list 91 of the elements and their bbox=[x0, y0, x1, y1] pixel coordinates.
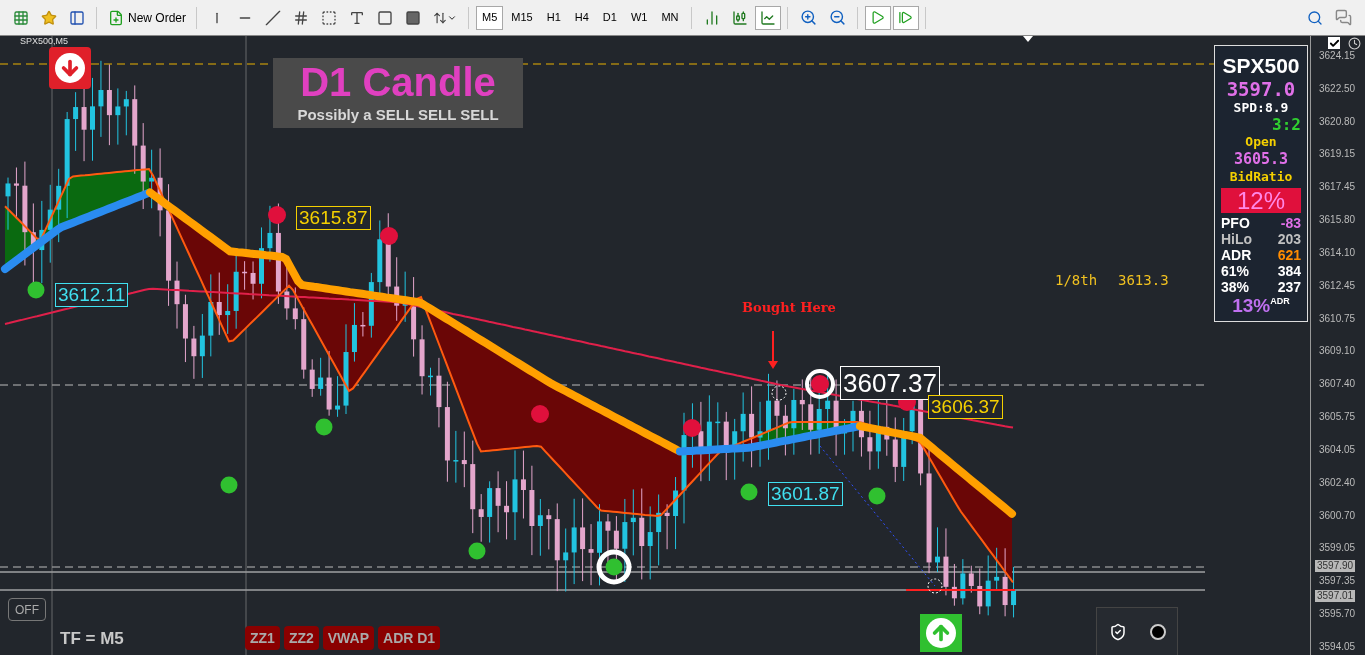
timeframe-button[interactable]: H1 bbox=[540, 5, 567, 30]
price-tick: 3602.40 bbox=[1318, 476, 1357, 489]
stat-label: HiLo bbox=[1221, 231, 1253, 247]
price-tick: 3617.45 bbox=[1318, 181, 1357, 194]
price-label: 3601.87 bbox=[768, 482, 843, 506]
line-chart-icon[interactable] bbox=[754, 5, 781, 30]
down-arrow-icon bbox=[767, 331, 779, 369]
price-tick: 3622.50 bbox=[1318, 82, 1357, 95]
price-tick: 3604.05 bbox=[1318, 443, 1357, 456]
low-signal-dot bbox=[27, 281, 45, 299]
high-signal-dot bbox=[811, 375, 829, 393]
low-signal-dot bbox=[220, 476, 238, 494]
indicator-button[interactable]: ZZ2 bbox=[283, 626, 319, 650]
low-signal-dot bbox=[868, 487, 886, 505]
price-label: 3615.87 bbox=[296, 206, 371, 230]
eighth-label: 1/8th bbox=[1055, 271, 1098, 290]
bid-ratio-label: BidRatio bbox=[1228, 168, 1294, 186]
timeframe-button[interactable]: H4 bbox=[568, 5, 595, 30]
shift-icon[interactable] bbox=[892, 5, 919, 30]
stat-label: PFO bbox=[1221, 215, 1250, 231]
indicator-button[interactable]: ADR D1 bbox=[378, 626, 441, 650]
timeframe-label: TF = M5 bbox=[60, 628, 124, 650]
price-marker: 3597.01 bbox=[1315, 590, 1356, 602]
low-signal-dot bbox=[315, 418, 333, 436]
timeframe-button[interactable]: D1 bbox=[596, 5, 623, 30]
price-tick: 3594.05 bbox=[1318, 640, 1357, 653]
high-signal-dot bbox=[683, 419, 701, 437]
price-tick: 3595.70 bbox=[1318, 608, 1357, 621]
stat-label: 61% bbox=[1221, 263, 1250, 279]
price-label: 3607.37 bbox=[840, 366, 940, 400]
price-tick: 3615.80 bbox=[1318, 214, 1357, 227]
low-signal-dot bbox=[605, 558, 623, 576]
indicator-button[interactable]: VWAP bbox=[322, 626, 374, 650]
price-tick: 3605.75 bbox=[1318, 411, 1357, 424]
price-marker: 3597.90 bbox=[1315, 560, 1356, 572]
stat-value: 203 bbox=[1277, 231, 1301, 247]
panel-ratio: 3:2 bbox=[1271, 116, 1301, 134]
symbol-label: SPX500,M5 bbox=[20, 36, 69, 46]
timeframe-button[interactable]: W1 bbox=[624, 5, 654, 30]
price-tick: 3609.10 bbox=[1318, 345, 1357, 358]
ring-marker bbox=[805, 369, 835, 399]
banner-title: D1 Candle bbox=[300, 59, 496, 104]
timeframe-button[interactable]: M5 bbox=[476, 5, 504, 30]
stat-value: 237 bbox=[1277, 279, 1301, 295]
open-label: Open bbox=[1244, 134, 1278, 150]
high-signal-dot bbox=[380, 227, 398, 245]
stat-value: -83 bbox=[1280, 215, 1301, 231]
ring-marker bbox=[596, 549, 632, 585]
price-tick: 3610.75 bbox=[1318, 312, 1357, 325]
price-label: 3606.37 bbox=[928, 395, 1003, 419]
price-tick: 3597.35 bbox=[1318, 575, 1357, 588]
banner-subtitle: Possibly a SELL SELL SELL bbox=[297, 104, 499, 125]
low-signal-dot bbox=[740, 483, 758, 501]
eighth-value: 3613.3 bbox=[1118, 271, 1169, 290]
timeframe-button[interactable]: MN bbox=[655, 5, 685, 30]
panel-price: 3597.0 bbox=[1225, 78, 1297, 100]
bought-here-label: Bought Here bbox=[742, 299, 836, 317]
trade-marker bbox=[927, 578, 943, 594]
price-tick: 3607.40 bbox=[1318, 378, 1357, 391]
clock-icon bbox=[1348, 37, 1361, 50]
stat-value: 621 bbox=[1277, 247, 1301, 263]
panel-spread: SPD:8.9 bbox=[1232, 100, 1290, 116]
price-tick: 3614.10 bbox=[1318, 246, 1357, 259]
timeframe-button[interactable]: M15 bbox=[505, 5, 539, 30]
price-tick: 3612.45 bbox=[1318, 279, 1357, 292]
new-order-button[interactable]: New Order bbox=[104, 5, 190, 30]
stat-value: 384 bbox=[1277, 263, 1301, 279]
panel-symbol: SPX500 bbox=[1221, 54, 1301, 78]
price-tick: 3624.15 bbox=[1318, 50, 1357, 62]
high-signal-dot bbox=[268, 206, 286, 224]
new-order-icon bbox=[108, 9, 124, 26]
shift-marker-icon bbox=[1023, 36, 1033, 42]
price-tick: 3620.80 bbox=[1318, 115, 1357, 128]
autoscroll-icon[interactable] bbox=[864, 5, 891, 30]
high-signal-dot bbox=[531, 405, 549, 423]
stat-label: 38% bbox=[1221, 279, 1250, 295]
stat-label: ADR bbox=[1221, 247, 1252, 263]
price-tick: 3599.05 bbox=[1318, 542, 1357, 555]
indicator-button[interactable]: ZZ1 bbox=[245, 626, 280, 650]
off-button[interactable]: OFF bbox=[8, 598, 46, 621]
adr-suffix: ADR bbox=[1270, 295, 1290, 306]
price-label: 3612.11 bbox=[55, 283, 129, 307]
bid-ratio-value: 12% bbox=[1221, 188, 1301, 213]
price-tick: 3600.70 bbox=[1318, 509, 1357, 522]
security-shield-icon[interactable] bbox=[1108, 623, 1127, 641]
trade-marker bbox=[771, 385, 787, 401]
open-value: 3605.3 bbox=[1232, 150, 1290, 168]
low-signal-dot bbox=[468, 542, 486, 560]
price-tick: 3619.15 bbox=[1318, 148, 1357, 161]
autotrade-checkbox[interactable] bbox=[1328, 37, 1340, 49]
adr-percent: 13% bbox=[1232, 295, 1271, 317]
